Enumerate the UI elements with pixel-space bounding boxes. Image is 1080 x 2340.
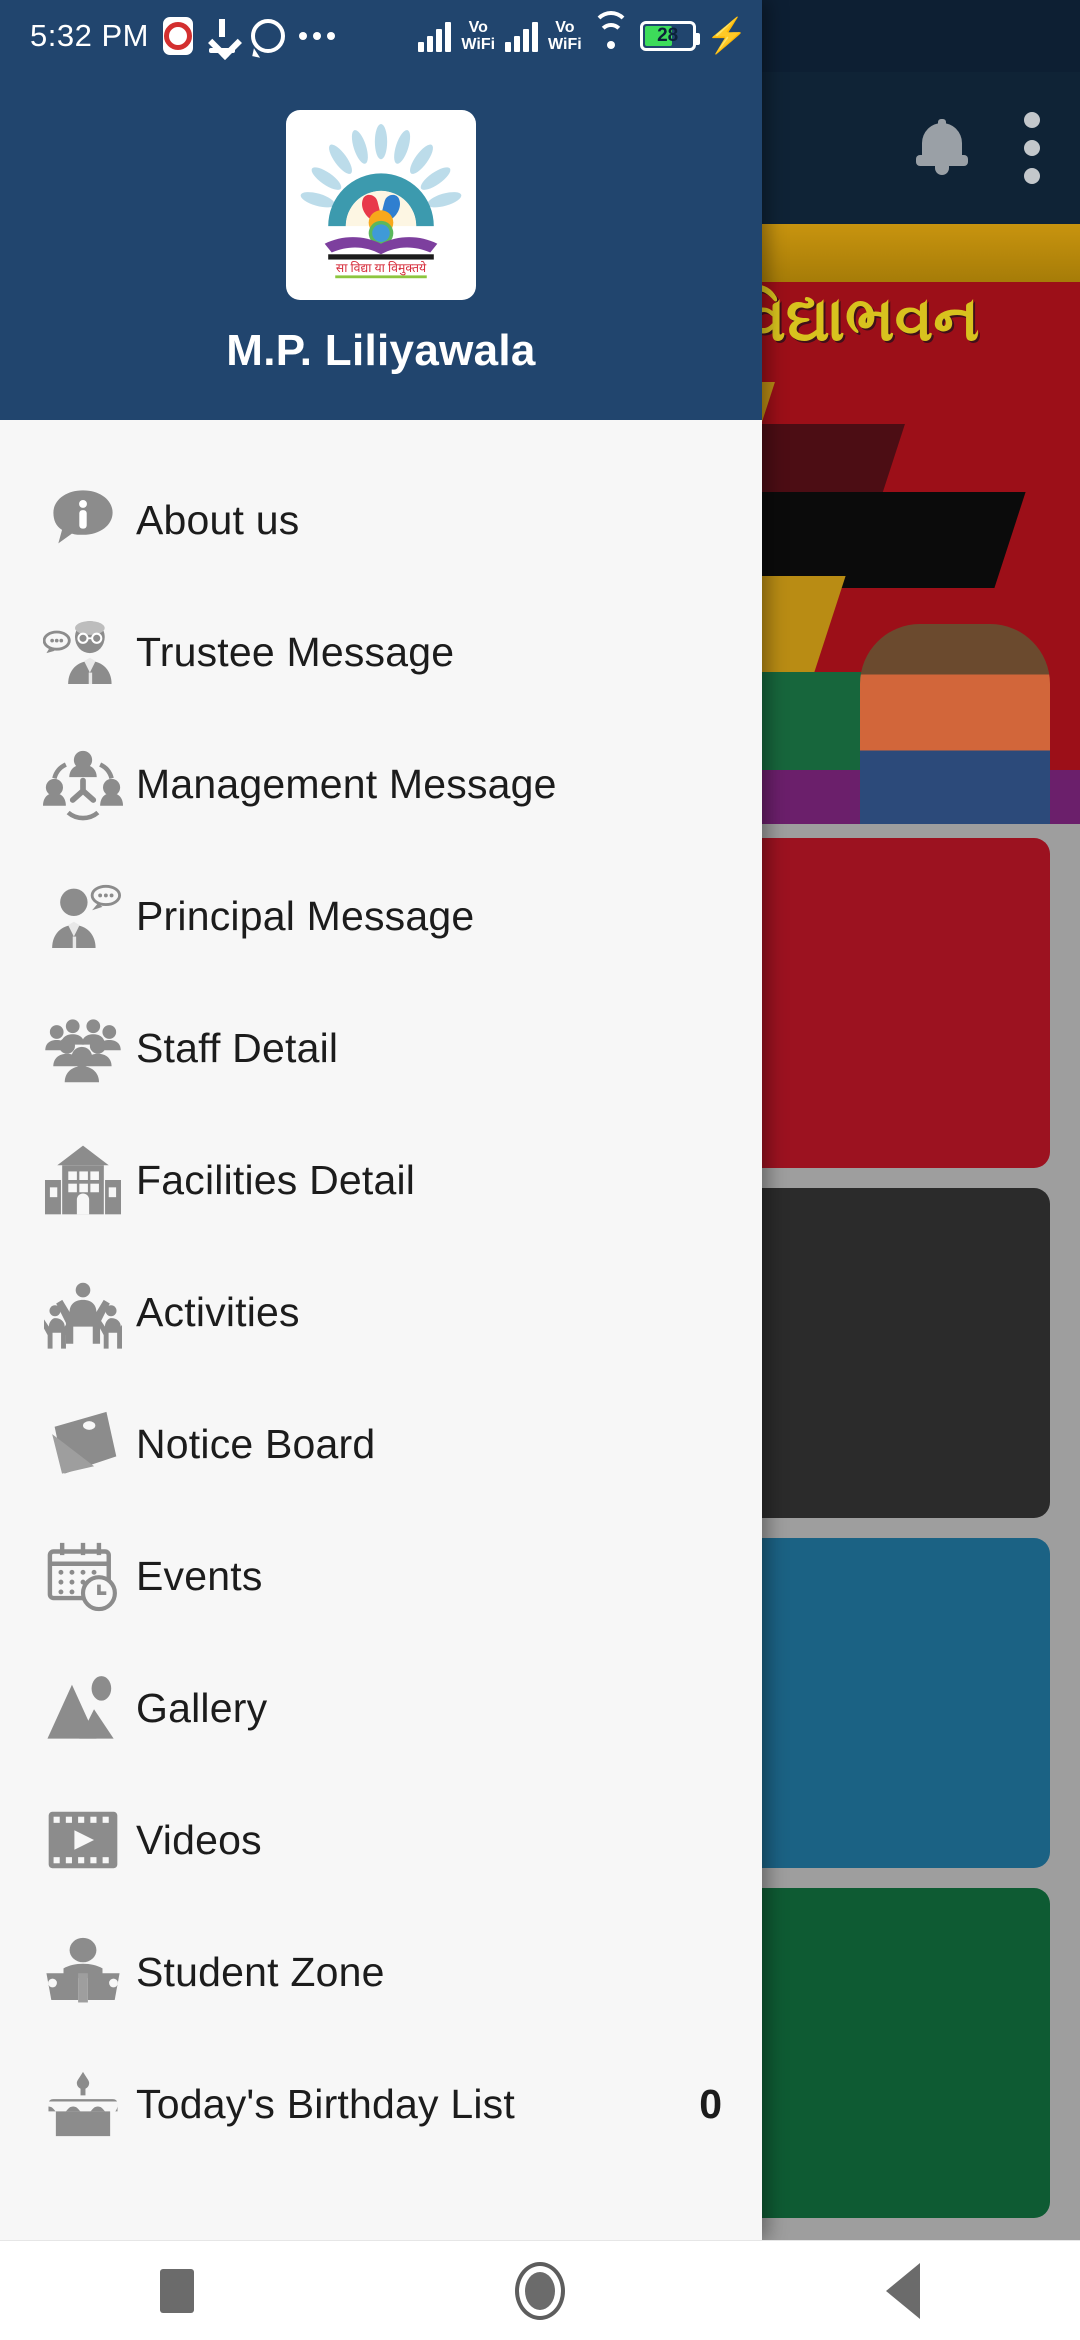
sidebar-item-gallery[interactable]: Gallery bbox=[0, 1642, 762, 1774]
sidebar-item-management-message[interactable]: Management Message bbox=[0, 718, 762, 850]
page-title: M.P. Liliyawala bbox=[226, 326, 536, 375]
sidebar-item-label: Events bbox=[136, 1552, 263, 1599]
more-dots-icon bbox=[298, 32, 335, 40]
sidebar-item-facilities-detail[interactable]: Facilities Detail bbox=[0, 1114, 762, 1246]
recents-button[interactable] bbox=[160, 2268, 195, 2313]
calendar-clock-icon bbox=[30, 1531, 136, 1621]
sidebar-item-label: Gallery bbox=[136, 1684, 268, 1731]
image-mountain-icon bbox=[30, 1663, 136, 1753]
whatsapp-icon bbox=[250, 19, 285, 53]
banner-student-photo bbox=[860, 624, 1050, 824]
notice-paper-icon bbox=[30, 1399, 136, 1489]
signal-icon-sim1 bbox=[418, 20, 452, 52]
status-bar: 5:32 PM Vo WiFi Vo WiFi 28 ⚡ bbox=[0, 0, 762, 72]
screen-record-icon bbox=[162, 17, 193, 55]
sidebar-item-trustee-message[interactable]: Trustee Message bbox=[0, 586, 762, 718]
drawer-menu-list: About us Trustee Message Management Mess… bbox=[0, 420, 762, 2240]
sidebar-item-label: Today's Birthday List bbox=[136, 2080, 515, 2127]
trustee-person-icon bbox=[30, 607, 136, 697]
wifi-icon bbox=[591, 11, 630, 51]
sidebar-item-label: Videos bbox=[136, 1816, 262, 1863]
signal-icon-sim2 bbox=[505, 20, 539, 52]
sidebar-item-label: Activities bbox=[136, 1288, 300, 1335]
sidebar-item-label: Principal Message bbox=[136, 892, 475, 939]
info-bubble-icon bbox=[30, 475, 136, 565]
birthday-cake-icon bbox=[30, 2059, 136, 2149]
status-badge: 0 bbox=[699, 2080, 722, 2127]
bell-icon[interactable] bbox=[916, 119, 968, 177]
sidebar-item-staff-detail[interactable]: Staff Detail bbox=[0, 982, 762, 1114]
staff-group-icon bbox=[30, 1003, 136, 1093]
sidebar-item-label: Student Zone bbox=[136, 1948, 385, 1995]
school-crest-logo: सा विद्या या विमुक्तये bbox=[286, 110, 476, 300]
navigation-drawer: सा विद्या या विमुक्तये M.P. Liliyawala A… bbox=[0, 0, 762, 2240]
sidebar-item-label: About us bbox=[136, 496, 300, 543]
activities-people-icon bbox=[30, 1267, 136, 1357]
sidebar-item-about-us[interactable]: About us bbox=[0, 454, 762, 586]
download-icon bbox=[207, 19, 237, 53]
svg-text:सा विद्या या विमुक्तये: सा विद्या या विमुक्तये bbox=[336, 260, 427, 276]
home-button[interactable] bbox=[514, 2261, 565, 2320]
principal-person-icon bbox=[30, 871, 136, 961]
sidebar-item-videos[interactable]: Videos bbox=[0, 1774, 762, 1906]
charging-bolt-icon: ⚡ bbox=[705, 17, 748, 55]
film-play-icon bbox=[30, 1795, 136, 1885]
sidebar-item-notice-board[interactable]: Notice Board bbox=[0, 1378, 762, 1510]
sidebar-item-student-zone[interactable]: Student Zone bbox=[0, 1906, 762, 2038]
sidebar-item-label: Management Message bbox=[136, 760, 557, 807]
sidebar-item-todays-birthday-list[interactable]: Today's Birthday List 0 bbox=[0, 2038, 762, 2170]
school-building-icon bbox=[30, 1135, 136, 1225]
battery-percent: 28 bbox=[657, 25, 679, 46]
sidebar-item-label: Facilities Detail bbox=[136, 1156, 416, 1203]
volte-wifi-icon-sim1: Vo WiFi bbox=[461, 19, 496, 53]
sidebar-item-label: Trustee Message bbox=[136, 628, 455, 675]
student-reading-icon bbox=[30, 1927, 136, 2017]
management-network-icon bbox=[30, 739, 136, 829]
android-navigation-bar bbox=[0, 2240, 1080, 2340]
status-bar-clock: 5:32 PM bbox=[30, 18, 149, 53]
sidebar-item-events[interactable]: Events bbox=[0, 1510, 762, 1642]
battery-icon: 28 bbox=[639, 21, 700, 51]
sidebar-item-label: Notice Board bbox=[136, 1420, 376, 1467]
sidebar-item-label: Staff Detail bbox=[136, 1024, 339, 1071]
status-bar-right-icons: Vo WiFi Vo WiFi 28 ⚡ bbox=[418, 11, 748, 55]
volte-wifi-icon-sim2: Vo WiFi bbox=[548, 19, 582, 53]
kebab-menu-icon[interactable] bbox=[1024, 112, 1040, 184]
back-button[interactable] bbox=[885, 2262, 920, 2319]
sidebar-item-principal-message[interactable]: Principal Message bbox=[0, 850, 762, 982]
sidebar-item-activities[interactable]: Activities bbox=[0, 1246, 762, 1378]
